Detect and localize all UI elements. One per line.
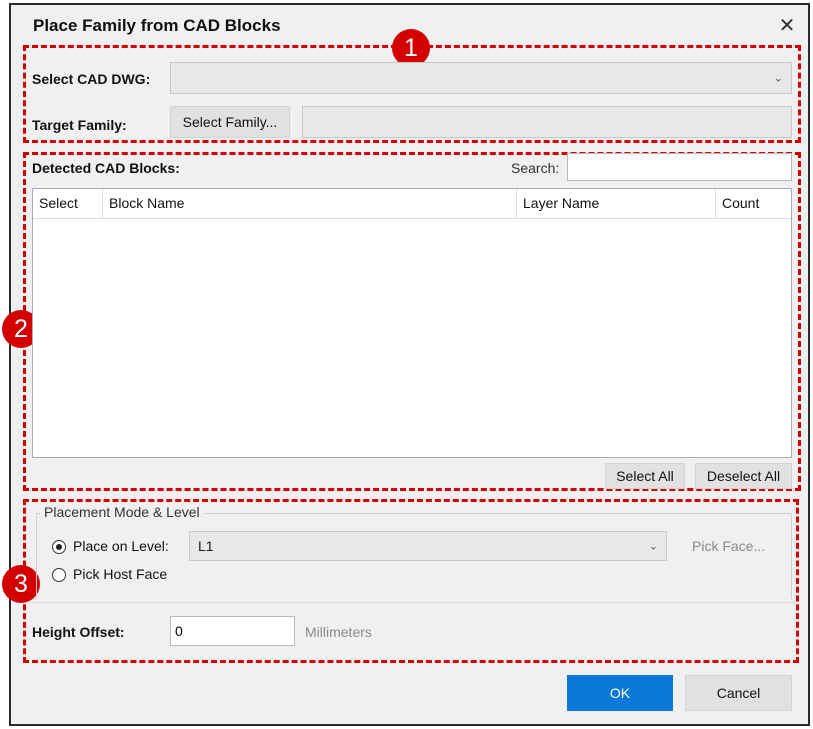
select-cad-dwg-label: Select CAD DWG: [32,71,151,87]
level-value: L1 [198,538,214,554]
chevron-down-icon: ⌄ [773,72,783,85]
dialog-title: Place Family from CAD Blocks [33,16,281,35]
height-offset-input[interactable] [170,616,295,646]
pick-face-button[interactable]: Pick Face... [692,538,765,554]
section-3-badge: 3 [2,565,40,603]
pick-host-face-label: Pick Host Face [73,566,168,582]
target-family-field [302,106,792,138]
search-input[interactable] [567,153,792,181]
select-family-button[interactable]: Select Family... [170,106,290,138]
detected-cad-blocks-label: Detected CAD Blocks: [32,160,180,176]
column-header-block-name[interactable]: Block Name [103,189,517,218]
select-cad-dwg-combo[interactable]: ⌄ [170,62,792,94]
section-3-divider [29,602,795,603]
target-family-label: Target Family: [32,117,127,133]
table-header: Select Block Name Layer Name Count [33,189,791,219]
ok-button[interactable]: OK [567,675,673,711]
deselect-all-button[interactable]: Deselect All [695,463,792,489]
cancel-button[interactable]: Cancel [685,675,792,711]
cad-blocks-table[interactable]: Select Block Name Layer Name Count [32,188,792,458]
units-label: Millimeters [305,624,372,640]
placement-group-title: Placement Mode & Level [40,504,204,520]
place-on-level-label: Place on Level: [73,538,169,554]
place-on-level-radio[interactable] [52,540,66,554]
level-combo[interactable]: L1 ⌄ [189,531,667,561]
select-all-button[interactable]: Select All [605,463,685,489]
chevron-down-icon: ⌄ [648,540,658,553]
close-icon[interactable]: ✕ [776,15,798,37]
pick-host-face-radio[interactable] [52,568,66,582]
column-header-layer-name[interactable]: Layer Name [517,189,716,218]
column-header-count[interactable]: Count [716,189,791,218]
search-label: Search: [511,160,560,176]
place-family-dialog: Place Family from CAD Blocks ✕ 1 Select … [2,3,810,726]
column-header-select[interactable]: Select [33,189,103,218]
height-offset-label: Height Offset: [32,624,125,640]
